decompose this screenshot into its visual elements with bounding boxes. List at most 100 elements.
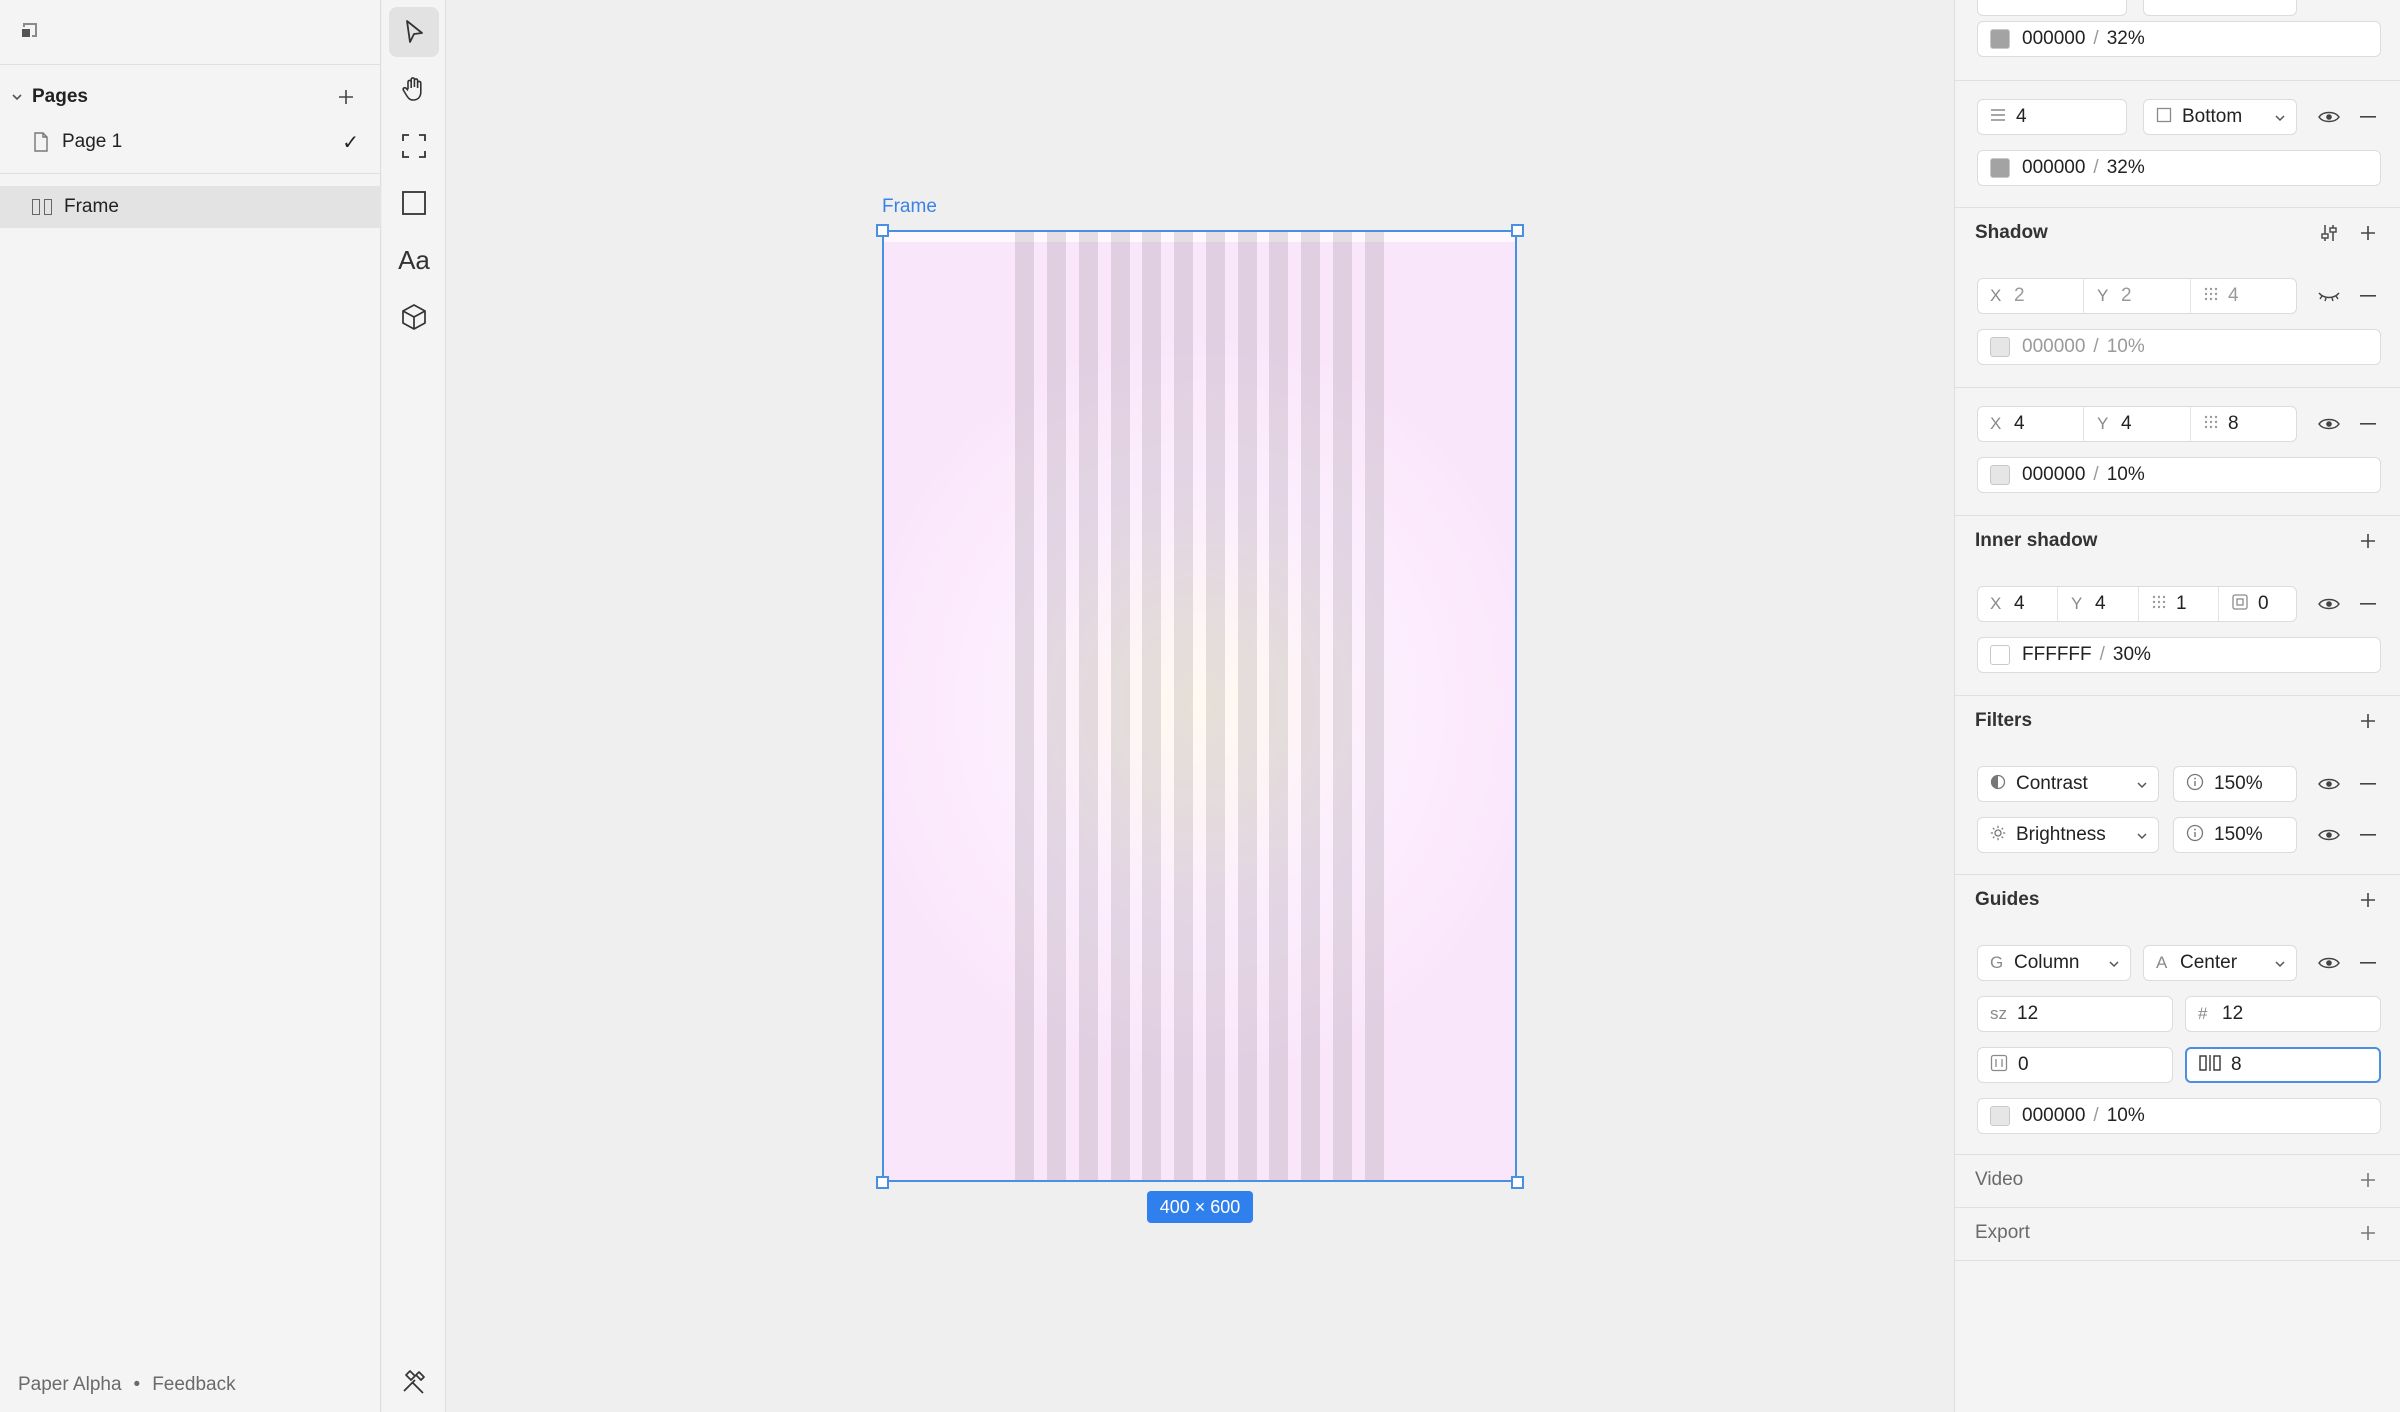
resize-handle-bottom-left[interactable]	[876, 1176, 889, 1189]
pages-section-header[interactable]: Pages	[0, 80, 381, 114]
add-shadow-icon[interactable]	[2355, 220, 2381, 246]
guide-offset-field[interactable]: 0	[1977, 1047, 2173, 1083]
frame-tool-button[interactable]	[389, 121, 439, 171]
color-swatch[interactable]	[1990, 645, 2010, 665]
canvas[interactable]: Frame 400 × 600	[447, 0, 1954, 1412]
page-item[interactable]: Page 1 ✓	[0, 124, 381, 160]
guide-gutter-value: 8	[2231, 1054, 2242, 1075]
inner-shadow-y-field[interactable]: Y 4	[2059, 587, 2139, 621]
border-color-field[interactable]: 000000 / 32%	[1977, 21, 2381, 57]
filter-type-select[interactable]: Brightness	[1977, 817, 2159, 853]
remove-icon[interactable]	[2355, 950, 2381, 976]
guide-size-value: 12	[2017, 1003, 2039, 1024]
guide-column	[1332, 230, 1352, 1182]
divider	[1955, 515, 2400, 516]
guides-section-title: Guides	[1975, 889, 2040, 910]
add-inner-shadow-icon[interactable]	[2355, 528, 2381, 554]
inner-shadow-color-field[interactable]: FFFFFF / 30%	[1977, 637, 2381, 673]
color-swatch[interactable]	[1990, 465, 2010, 485]
chevron-down-icon[interactable]	[10, 90, 24, 104]
select-tool-button[interactable]	[389, 7, 439, 57]
chevron-down-icon	[2137, 833, 2147, 840]
x-label: X	[1990, 594, 2002, 613]
inner-shadow-x-field[interactable]: X 4	[1978, 587, 2058, 621]
adjust-icon[interactable]	[2316, 220, 2342, 246]
text-tool-button[interactable]: Aa	[389, 235, 439, 285]
guide-type-select[interactable]: G Column	[1977, 945, 2131, 981]
rectangle-tool-button[interactable]	[389, 178, 439, 228]
y-value: 4	[2121, 413, 2132, 434]
color-swatch[interactable]	[1990, 1106, 2010, 1126]
frame[interactable]	[882, 230, 1517, 1182]
filter-amount-field[interactable]: 150%	[2173, 766, 2297, 802]
layer-item-frame[interactable]: Frame	[0, 186, 381, 228]
shadow-blur-field[interactable]: 8	[2192, 407, 2296, 441]
border-width-value: 4	[2016, 106, 2027, 127]
opacity-value: 10%	[2106, 336, 2145, 357]
eye-icon[interactable]	[2316, 950, 2342, 976]
shadow-color-field[interactable]: 000000 / 10%	[1977, 457, 2381, 493]
guide-align-select[interactable]: A Center	[2143, 945, 2297, 981]
guide-color-field[interactable]: 000000 / 10%	[1977, 1098, 2381, 1134]
eye-icon[interactable]	[2316, 771, 2342, 797]
guide-gutter-field[interactable]: 8	[2185, 1047, 2381, 1083]
hand-tool-button[interactable]	[389, 64, 439, 114]
filter-amount-field[interactable]: 150%	[2173, 817, 2297, 853]
shadow-color-field[interactable]: 000000 / 10%	[1977, 329, 2381, 365]
shadow-offset-group: X 4 Y 4 8	[1977, 406, 2297, 442]
eye-icon[interactable]	[2316, 411, 2342, 437]
add-page-icon[interactable]	[333, 84, 359, 110]
divider	[1955, 207, 2400, 208]
app-logo-icon[interactable]	[20, 20, 42, 42]
eye-icon[interactable]	[2316, 591, 2342, 617]
color-swatch[interactable]	[1990, 29, 2010, 49]
add-video-icon[interactable]	[2355, 1167, 2381, 1193]
field-partial[interactable]	[2143, 0, 2297, 16]
resize-handle-top-left[interactable]	[876, 224, 889, 237]
guide-column	[1142, 230, 1162, 1182]
remove-icon[interactable]	[2355, 591, 2381, 617]
shadow-offset-group: X 2 Y 2 4	[1977, 278, 2297, 314]
dev-tools-button[interactable]	[389, 1356, 439, 1406]
remove-icon[interactable]	[2355, 104, 2381, 130]
video-section-title: Video	[1975, 1169, 2024, 1190]
inner-shadow-spread-field[interactable]: 0	[2220, 587, 2296, 621]
remove-icon[interactable]	[2355, 411, 2381, 437]
page-item-label: Page 1	[62, 131, 123, 152]
eye-closed-icon[interactable]	[2316, 283, 2342, 309]
shadow-y-field[interactable]: Y 2	[2085, 279, 2191, 313]
add-export-icon[interactable]	[2355, 1220, 2381, 1246]
border-color-field[interactable]: 000000 / 32%	[1977, 150, 2381, 186]
inner-shadow-blur-field[interactable]: 1	[2140, 587, 2219, 621]
feedback-link[interactable]: Feedback	[152, 1374, 235, 1396]
eye-icon[interactable]	[2316, 104, 2342, 130]
add-filter-icon[interactable]	[2355, 708, 2381, 734]
shadow-y-field[interactable]: Y 4	[2085, 407, 2191, 441]
eye-icon[interactable]	[2316, 822, 2342, 848]
border-side-select[interactable]: Bottom	[2143, 99, 2297, 135]
add-guide-icon[interactable]	[2355, 887, 2381, 913]
remove-icon[interactable]	[2355, 283, 2381, 309]
color-swatch[interactable]	[1990, 337, 2010, 357]
shadow-x-field[interactable]: X 4	[1978, 407, 2084, 441]
opacity-value: 32%	[2106, 157, 2145, 178]
color-swatch[interactable]	[1990, 158, 2010, 178]
shadow-blur-field[interactable]: 4	[2192, 279, 2296, 313]
filter-type-select[interactable]: Contrast	[1977, 766, 2159, 802]
guide-size-field[interactable]: sz 12	[1977, 996, 2173, 1032]
resize-handle-top-right[interactable]	[1511, 224, 1524, 237]
shadow-x-field[interactable]: X 2	[1978, 279, 2084, 313]
guide-column	[1364, 230, 1384, 1182]
remove-icon[interactable]	[2355, 771, 2381, 797]
field-partial[interactable]	[1977, 0, 2127, 16]
info-icon	[2186, 824, 2204, 847]
frame-label[interactable]: Frame	[882, 196, 937, 218]
component-tool-button[interactable]	[389, 292, 439, 342]
resize-handle-bottom-right[interactable]	[1511, 1176, 1524, 1189]
footer-separator: •	[133, 1374, 141, 1395]
remove-icon[interactable]	[2355, 822, 2381, 848]
blur-value: 4	[2228, 285, 2239, 306]
guide-count-field[interactable]: # 12	[2185, 996, 2381, 1032]
border-width-field[interactable]: 4	[1977, 99, 2127, 135]
y-label: Y	[2097, 414, 2109, 433]
